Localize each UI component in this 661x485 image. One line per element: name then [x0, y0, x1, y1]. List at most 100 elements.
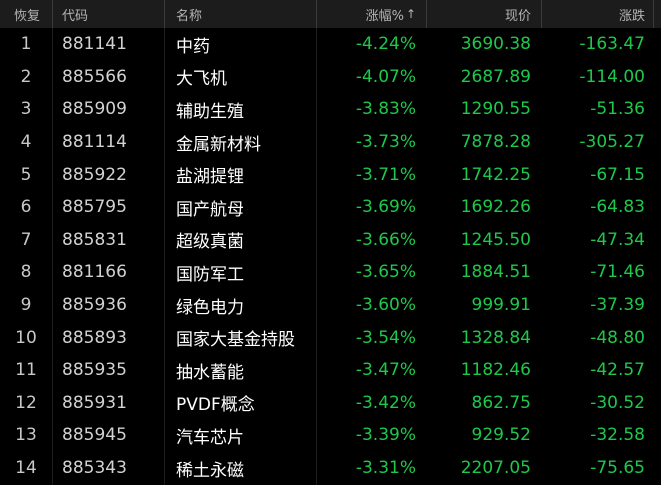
- price-column-header[interactable]: 现价: [426, 0, 541, 28]
- row-index: 8: [20, 262, 32, 283]
- change-percent: -3.71%: [355, 164, 416, 185]
- price-change: -75.65: [590, 458, 645, 479]
- change-percent: -3.69%: [355, 197, 416, 218]
- row-index: 10: [15, 327, 37, 348]
- table-row[interactable]: 6 885795 国产航母 -3.69% 1692.26 -64.83: [0, 191, 661, 224]
- table-row[interactable]: 5 885922 盐湖提锂 -3.71% 1742.25 -67.15: [0, 158, 661, 191]
- row-index: 5: [20, 164, 32, 185]
- row-index: 9: [20, 295, 32, 316]
- table-row[interactable]: 7 885831 超级真菌 -3.66% 1245.50 -47.34: [0, 224, 661, 257]
- sector-name: 金属新材料: [176, 134, 261, 155]
- row-index: 13: [15, 425, 37, 446]
- header-divider[interactable]: [316, 0, 317, 28]
- row-index: 12: [15, 392, 37, 413]
- name-label: 名称: [176, 8, 203, 24]
- sector-name: 国防军工: [176, 264, 244, 285]
- row-index: 2: [20, 66, 32, 87]
- sector-name: 中药: [176, 36, 210, 57]
- sector-code: 881141: [62, 34, 127, 55]
- table-header: 恢复 代码 名称 涨幅% ↑ 现价 涨跌: [0, 0, 661, 28]
- sector-code: 885931: [62, 392, 127, 413]
- table-row[interactable]: 12 885931 PVDF概念 -3.42% 862.75 -30.52: [0, 387, 661, 420]
- current-price: 1328.84: [460, 327, 531, 348]
- price-change: -51.36: [590, 99, 645, 120]
- price-change: -47.34: [590, 229, 645, 250]
- table-row[interactable]: 2 885566 大飞机 -4.07% 2687.89 -114.00: [0, 61, 661, 94]
- price-change: -71.46: [590, 262, 645, 283]
- sector-code: 885935: [62, 360, 127, 381]
- header-divider[interactable]: [653, 0, 654, 28]
- sector-code: 885343: [62, 458, 127, 479]
- price-change: -67.15: [590, 164, 645, 185]
- sector-name: 稀土永磁: [176, 460, 244, 481]
- price-change: -48.80: [590, 327, 645, 348]
- current-price: 1245.50: [460, 229, 531, 250]
- row-index: 4: [20, 132, 32, 153]
- price-change: -305.27: [579, 132, 645, 153]
- sector-code: 885795: [62, 197, 127, 218]
- table-row[interactable]: 13 885945 汽车芯片 -3.39% 929.52 -32.58: [0, 419, 661, 452]
- sector-name: 大飞机: [176, 69, 227, 90]
- name-column-header[interactable]: 名称: [164, 0, 316, 28]
- sector-code: 885831: [62, 229, 127, 250]
- price-label: 现价: [504, 8, 531, 24]
- row-index: 7: [20, 229, 32, 250]
- change-percent: -3.42%: [355, 392, 416, 413]
- change-percent: -4.24%: [355, 34, 416, 55]
- change-label: 涨跌: [618, 8, 645, 24]
- row-index: 1: [20, 34, 32, 55]
- sector-code: 881166: [62, 262, 127, 283]
- sector-name: 国家大基金持股: [176, 330, 295, 351]
- table-row[interactable]: 1 881141 中药 -4.24% 3690.38 -163.47: [0, 28, 661, 61]
- current-price: 1742.25: [460, 164, 531, 185]
- restore-label: 恢复: [14, 8, 41, 24]
- current-price: 862.75: [471, 392, 531, 413]
- price-change: -64.83: [590, 197, 645, 218]
- table-row[interactable]: 14 885343 稀土永磁 -3.31% 2207.05 -75.65: [0, 452, 661, 485]
- sector-name: 抽水蓄能: [176, 362, 244, 383]
- sector-name: 汽车芯片: [176, 427, 244, 448]
- price-change: -37.39: [590, 295, 645, 316]
- table-row[interactable]: 10 885893 国家大基金持股 -3.54% 1328.84 -48.80: [0, 321, 661, 354]
- table-row[interactable]: 8 881166 国防军工 -3.65% 1884.51 -71.46: [0, 256, 661, 289]
- price-change: -114.00: [579, 66, 645, 87]
- sector-name: PVDF概念: [176, 395, 255, 416]
- restore-column-header[interactable]: 恢复: [0, 0, 52, 28]
- current-price: 1692.26: [460, 197, 531, 218]
- header-divider[interactable]: [426, 0, 427, 28]
- sector-ranking-table: 恢复 代码 名称 涨幅% ↑ 现价 涨跌 1 881141 中药 -4.24% 3690…: [0, 0, 661, 485]
- current-price: 2207.05: [460, 458, 531, 479]
- code-column-header[interactable]: 代码: [52, 0, 164, 28]
- row-index: 14: [15, 458, 37, 479]
- change-percent: -3.54%: [355, 327, 416, 348]
- table-row[interactable]: 11 885935 抽水蓄能 -3.47% 1182.46 -42.57: [0, 354, 661, 387]
- current-price: 1290.55: [460, 99, 531, 120]
- price-change: -30.52: [590, 392, 645, 413]
- row-index: 3: [20, 99, 32, 120]
- header-divider[interactable]: [52, 0, 53, 28]
- pct-column-header[interactable]: 涨幅% ↑: [316, 0, 426, 28]
- header-divider[interactable]: [541, 0, 542, 28]
- sector-code: 885566: [62, 66, 127, 87]
- current-price: 999.91: [471, 295, 531, 316]
- current-price: 1182.46: [460, 360, 531, 381]
- table-row[interactable]: 3 885909 辅助生殖 -3.83% 1290.55 -51.36: [0, 93, 661, 126]
- table-row[interactable]: 4 881114 金属新材料 -3.73% 7878.28 -305.27: [0, 126, 661, 159]
- current-price: 2687.89: [460, 66, 531, 87]
- sector-name: 盐湖提锂: [176, 167, 244, 188]
- sector-code: 885945: [62, 425, 127, 446]
- change-column-header[interactable]: 涨跌: [541, 0, 653, 28]
- sector-code: 881114: [62, 132, 127, 153]
- sector-code: 885936: [62, 295, 127, 316]
- pct-label: 涨幅%: [365, 8, 404, 24]
- table-row[interactable]: 9 885936 绿色电力 -3.60% 999.91 -37.39: [0, 289, 661, 322]
- price-change: -163.47: [579, 34, 645, 55]
- sector-code: 885909: [62, 99, 127, 120]
- header-divider[interactable]: [164, 0, 165, 28]
- change-percent: -3.66%: [355, 229, 416, 250]
- current-price: 1884.51: [460, 262, 531, 283]
- sort-ascending-icon: ↑: [405, 7, 416, 21]
- sector-name: 国产航母: [176, 199, 244, 220]
- sector-name: 绿色电力: [176, 297, 244, 318]
- sector-code: 885922: [62, 164, 127, 185]
